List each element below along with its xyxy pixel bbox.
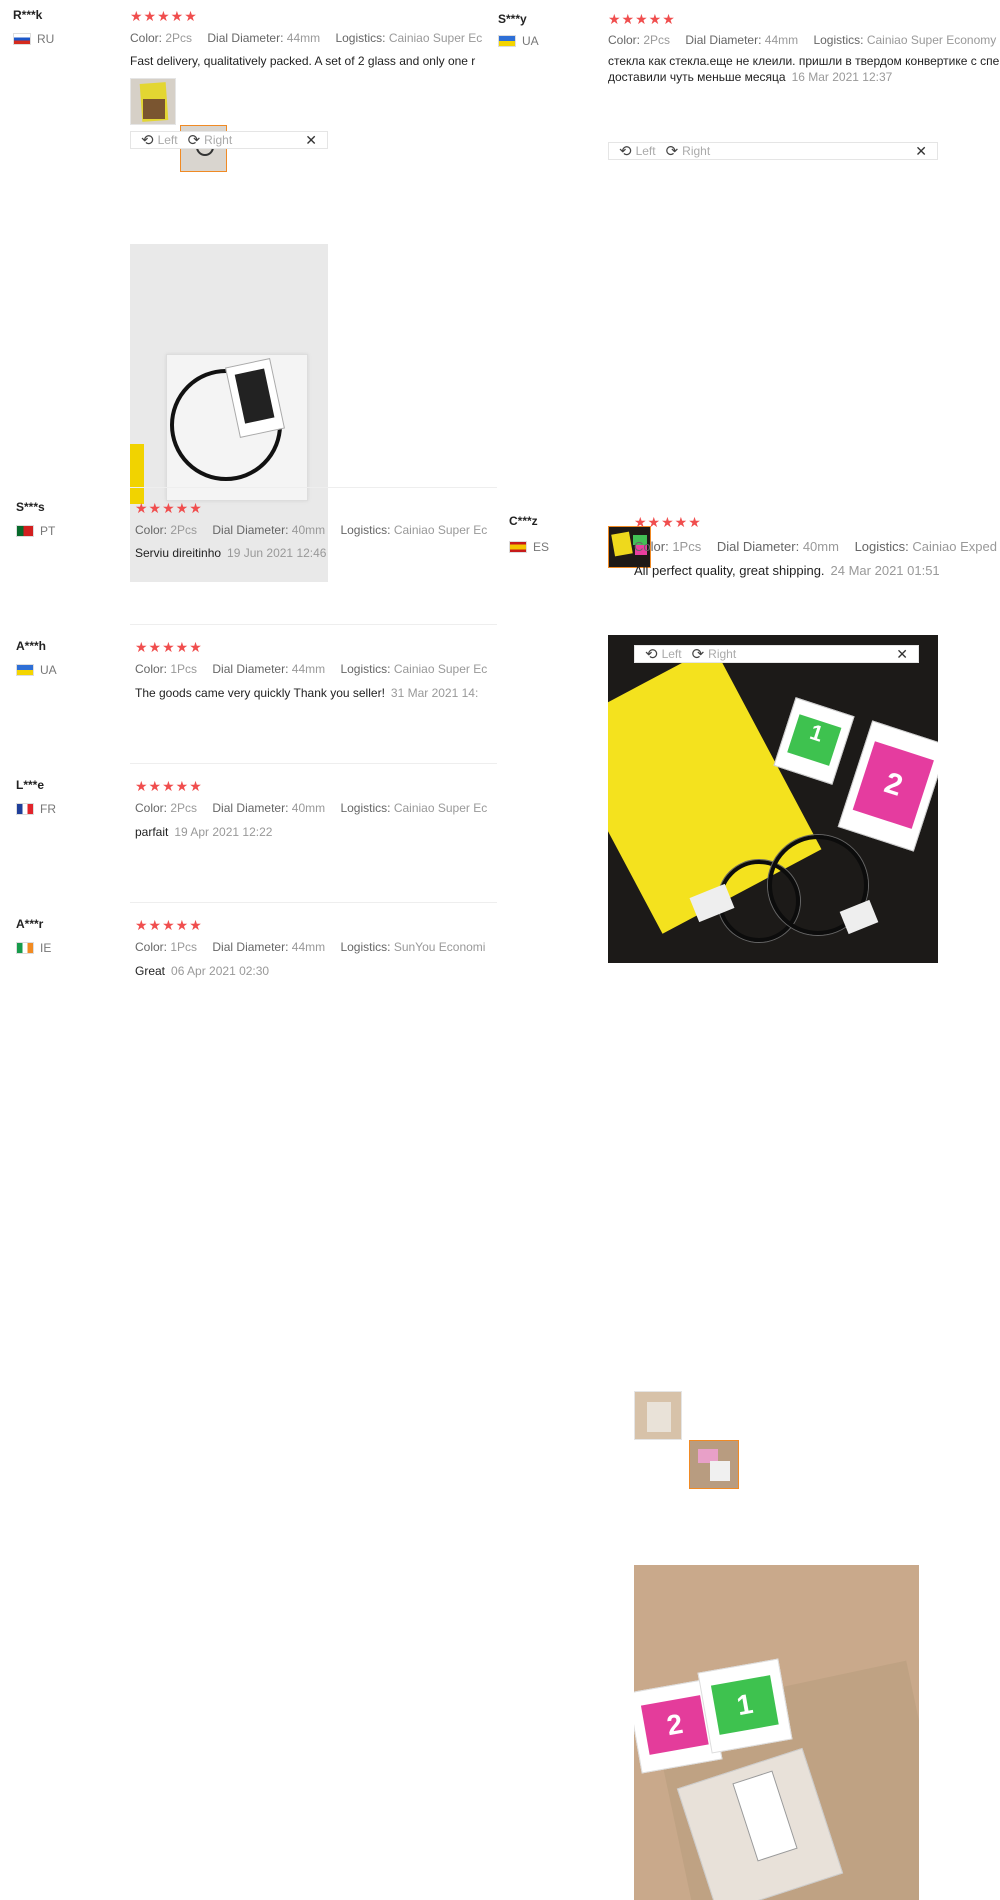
reviewer-name: R***k: [13, 8, 43, 22]
review-text: Great 06 Apr 2021 02:30: [135, 964, 270, 978]
reviewer-name: A***r: [16, 917, 44, 931]
flag-ua-icon: [16, 664, 34, 676]
reviewer-country: RU: [13, 32, 54, 46]
star-rating: ★★★★★: [135, 500, 203, 516]
star-rating: ★★★★★: [130, 8, 198, 24]
review-photo[interactable]: 1 2: [608, 635, 938, 963]
close-icon[interactable]: ✕: [915, 143, 927, 160]
review-attributes: Color: 2Pcs Dial Diameter: 40mm Logistic…: [135, 523, 488, 537]
country-code: UA: [40, 663, 57, 677]
review-date: 31 Mar 2021 14:: [390, 686, 479, 700]
review-text: Fast delivery, qualitatively packed. A s…: [130, 54, 476, 68]
country-code: PT: [40, 524, 56, 538]
review-photo[interactable]: 2 1: [634, 1565, 919, 1900]
review-text: The goods came very quickly Thank you se…: [135, 686, 479, 700]
rotate-left-button[interactable]: ⟲ Left: [645, 647, 682, 662]
close-icon[interactable]: ✕: [896, 646, 908, 663]
wipes-1-label: 1: [787, 714, 842, 766]
review-thumbnail[interactable]: [130, 78, 176, 125]
rotate-right-icon: ⟳: [187, 131, 201, 149]
country-code: FR: [40, 802, 56, 816]
review-divider: [130, 487, 497, 488]
rotate-right-button[interactable]: ⟳ Right: [692, 647, 737, 662]
reviewer-name: L***e: [16, 778, 45, 792]
review-attributes: Color: 1Pcs Dial Diameter: 44mm Logistic…: [135, 940, 486, 954]
rotate-left-icon: ⟲: [619, 142, 632, 160]
image-rotate-toolbar: ⟲ Left ⟳ Right ✕: [634, 645, 919, 663]
review-date: 24 Mar 2021 01:51: [830, 563, 940, 578]
image-rotate-toolbar: ⟲ Left ⟳ Right ✕: [608, 142, 938, 160]
rotate-right-button[interactable]: ⟳ Right: [666, 144, 711, 159]
review-date: 06 Apr 2021 02:30: [171, 964, 270, 978]
wipes-2-label: 2: [852, 741, 934, 829]
wipes-1-label: 1: [710, 1675, 779, 1735]
star-rating: ★★★★★: [634, 514, 702, 530]
review-attributes: Color: 2Pcs Dial Diameter: 40mm Logistic…: [135, 801, 488, 815]
review-divider: [130, 902, 497, 903]
flag-es-icon: [509, 541, 527, 553]
review-text: стекла как стекла.еще не клеили. пришли …: [608, 54, 1000, 68]
star-rating: ★★★★★: [135, 778, 203, 794]
star-rating: ★★★★★: [135, 639, 203, 655]
review-attributes: Color: 2Pcs Dial Diameter: 44mm Logistic…: [608, 33, 997, 47]
review-attributes: Color: 2Pcs Dial Diameter: 44mm Logistic…: [130, 31, 483, 45]
reviewer-country: ES: [509, 540, 549, 554]
review-text: Serviu direitinho 19 Jun 2021 12:46: [135, 546, 327, 560]
rotate-right-icon: ⟳: [665, 142, 679, 160]
reviewer-country: UA: [16, 663, 57, 677]
review-divider: [130, 763, 497, 764]
country-code: IE: [40, 941, 52, 955]
review-text: All perfect quality, great shipping. 24 M…: [634, 563, 940, 578]
country-code: RU: [37, 32, 55, 46]
flag-ua-icon: [498, 35, 516, 47]
close-icon[interactable]: ✕: [305, 132, 317, 149]
rotate-left-button[interactable]: ⟲ Left: [141, 133, 178, 148]
country-code: UA: [522, 34, 539, 48]
reviewer-country: UA: [498, 34, 539, 48]
reviewer-name: A***h: [16, 639, 47, 653]
review-text-line2: доставили чуть меньше месяца 16 Mar 2021 …: [608, 70, 893, 84]
flag-fr-icon: [16, 803, 34, 815]
review-thumbnail[interactable]: [634, 1391, 682, 1440]
review-attributes: Color: 1Pcs Dial Diameter: 44mm Logistic…: [135, 662, 488, 676]
star-rating: ★★★★★: [135, 917, 203, 933]
reviewer-name: C***z: [509, 514, 538, 528]
reviewer-name: S***s: [16, 500, 45, 514]
rotate-left-button[interactable]: ⟲ Left: [619, 144, 656, 159]
rotate-left-icon: ⟲: [141, 131, 154, 149]
flag-pt-icon: [16, 525, 34, 537]
review-date: 19 Jun 2021 12:46: [227, 546, 327, 560]
rotate-left-icon: ⟲: [645, 645, 658, 663]
reviewer-country: PT: [16, 524, 55, 538]
review-divider: [130, 624, 497, 625]
flag-ru-icon: [13, 33, 31, 45]
review-attributes: Color: 1Pcs Dial Diameter: 40mm Logistic…: [634, 539, 997, 554]
flag-ie-icon: [16, 942, 34, 954]
rotate-right-button[interactable]: ⟳ Right: [188, 133, 233, 148]
rotate-right-icon: ⟳: [691, 645, 705, 663]
image-rotate-toolbar: ⟲ Left ⟳ Right ✕: [130, 131, 328, 149]
review-thumbnail-selected[interactable]: [689, 1440, 739, 1489]
star-rating: ★★★★★: [608, 11, 676, 27]
review-date: 19 Apr 2021 12:22: [174, 825, 273, 839]
review-date: 16 Mar 2021 12:37: [791, 70, 893, 84]
reviewer-country: IE: [16, 941, 51, 955]
reviewer-name: S***y: [498, 12, 527, 26]
wipes-2-label: 2: [640, 1695, 709, 1755]
reviewer-country: FR: [16, 802, 56, 816]
country-code: ES: [533, 540, 550, 554]
review-text: parfait 19 Apr 2021 12:22: [135, 825, 273, 839]
